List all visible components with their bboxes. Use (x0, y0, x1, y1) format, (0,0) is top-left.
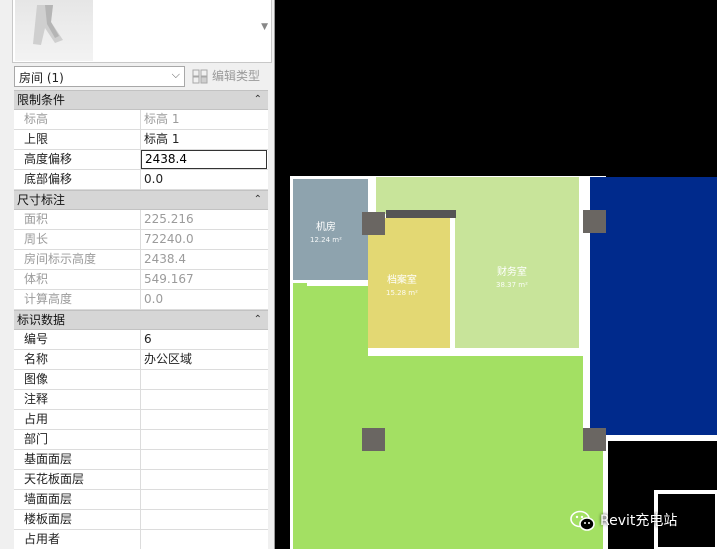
properties-palette: ▼ 房间 (1) ⌵ 编辑类型 限制条件 ⌃ 标高 标高 1 上限 标高 1 高度偏移 243… (0, 0, 275, 549)
property-row[interactable]: 占用 (14, 410, 268, 430)
chevron-down-icon[interactable]: ⌵ (172, 68, 180, 82)
collapse-up-icon[interactable]: ⌃ (254, 91, 262, 109)
room-tag-preview-icon (15, 0, 93, 61)
property-row[interactable]: 楼板面层 (14, 510, 268, 530)
property-row[interactable]: 天花板面层 (14, 470, 268, 490)
room-area: 15.28 m² (386, 289, 418, 297)
property-value[interactable] (141, 390, 268, 409)
property-label: 编号 (14, 330, 141, 349)
watermark: Revit充电站 (570, 510, 677, 532)
property-row[interactable]: 图像 (14, 370, 268, 390)
property-label: 图像 (14, 370, 141, 389)
property-value-input[interactable]: 2438.4 (141, 150, 267, 169)
property-label: 面积 (14, 210, 141, 229)
property-label: 高度偏移 (14, 150, 141, 169)
property-label: 名称 (14, 350, 141, 369)
property-group-title: 限制条件 (17, 93, 66, 107)
property-label: 楼板面层 (14, 510, 141, 529)
room-name: 财务室 (496, 267, 527, 278)
room-label-finance[interactable]: 财务室 38.37 m² (496, 263, 528, 289)
room-label-archive[interactable]: 档案室 15.28 m² (386, 271, 418, 297)
property-row[interactable]: 墙面面层 (14, 490, 268, 510)
property-value[interactable] (141, 430, 268, 449)
property-row: 计算高度 0.0 (14, 290, 268, 310)
property-value[interactable] (141, 530, 268, 549)
property-value: 2438.4 (144, 252, 186, 266)
column (362, 212, 385, 235)
property-row: 体积 549.167 (14, 270, 268, 290)
property-row: 标高 标高 1 (14, 110, 268, 130)
property-label: 周长 (14, 230, 141, 249)
column (583, 210, 606, 233)
property-value[interactable] (141, 370, 268, 389)
property-value[interactable] (141, 450, 268, 469)
property-value[interactable]: 0.0 (141, 170, 268, 189)
property-value[interactable]: 标高 1 (141, 130, 268, 149)
property-label: 上限 (14, 130, 141, 149)
edit-type-button[interactable]: 编辑类型 (190, 66, 270, 87)
room-label-machine-room[interactable]: 机房 12.24 m² (310, 218, 342, 244)
property-row[interactable]: 高度偏移 2438.4 (14, 150, 268, 170)
property-row[interactable]: 占用者 (14, 530, 268, 549)
properties-table: 限制条件 ⌃ 标高 标高 1 上限 标高 1 高度偏移 2438.4 底部偏移 0.0 尺寸标注 ⌃ 面… (14, 90, 268, 549)
floor-plan-view[interactable]: 机房 12.24 m² 档案室 15.28 m² 财务室 38.37 m² (276, 0, 717, 549)
property-row[interactable]: 基面面层 (14, 450, 268, 470)
room-blue (590, 177, 717, 435)
property-label: 计算高度 (14, 290, 141, 309)
type-selector-value: 房间 (1) (19, 71, 64, 85)
property-group-header[interactable]: 尺寸标注 ⌃ (14, 190, 268, 210)
property-value[interactable]: 办公区域 (141, 350, 268, 369)
edit-type-label: 编辑类型 (212, 69, 261, 83)
property-value: 72240.0 (144, 232, 194, 246)
property-row: 周长 72240.0 (14, 230, 268, 250)
property-value[interactable] (141, 410, 268, 429)
property-label: 基面面层 (14, 450, 141, 469)
property-row[interactable]: 上限 标高 1 (14, 130, 268, 150)
column (583, 428, 606, 451)
preview-dropdown-icon[interactable]: ▼ (261, 22, 268, 32)
property-row: 房间标示高度 2438.4 (14, 250, 268, 270)
property-value[interactable]: 6 (141, 330, 268, 349)
room-area: 38.37 m² (496, 281, 528, 289)
edit-type-icon (192, 69, 208, 90)
property-label: 房间标示高度 (14, 250, 141, 269)
room-name: 档案室 (386, 275, 417, 286)
property-row[interactable]: 底部偏移 0.0 (14, 170, 268, 190)
property-value: 标高 1 (144, 112, 180, 126)
watermark-text: Revit充电站 (600, 513, 678, 529)
property-group-title: 尺寸标注 (17, 193, 66, 207)
property-label: 占用 (14, 410, 141, 429)
property-row[interactable]: 名称 办公区域 (14, 350, 268, 370)
property-label: 部门 (14, 430, 141, 449)
property-label: 天花板面层 (14, 470, 141, 489)
room-name: 机房 (315, 222, 336, 233)
property-label: 体积 (14, 270, 141, 289)
property-row[interactable]: 编号 6 (14, 330, 268, 350)
property-value: 0.0 (144, 292, 164, 306)
column (362, 428, 385, 451)
property-value: 549.167 (144, 272, 194, 286)
room-area: 12.24 m² (310, 236, 342, 244)
property-group-title: 标识数据 (17, 313, 66, 327)
property-label: 注释 (14, 390, 141, 409)
property-label: 底部偏移 (14, 170, 141, 189)
type-preview: ▼ (12, 0, 272, 63)
property-label: 占用者 (14, 530, 141, 549)
property-value[interactable] (141, 490, 268, 509)
property-row[interactable]: 部门 (14, 430, 268, 450)
property-label: 墙面面层 (14, 490, 141, 509)
wechat-icon (570, 510, 596, 539)
property-value[interactable] (141, 470, 268, 489)
property-value: 225.216 (144, 212, 194, 226)
property-group-header[interactable]: 标识数据 ⌃ (14, 310, 268, 330)
property-row: 面积 225.216 (14, 210, 268, 230)
property-group-header[interactable]: 限制条件 ⌃ (14, 90, 268, 110)
property-value[interactable] (141, 510, 268, 529)
type-selector[interactable]: 房间 (1) ⌵ (14, 66, 185, 87)
property-label: 标高 (14, 110, 141, 129)
property-row[interactable]: 注释 (14, 390, 268, 410)
collapse-up-icon[interactable]: ⌃ (254, 311, 262, 329)
collapse-up-icon[interactable]: ⌃ (254, 191, 262, 209)
